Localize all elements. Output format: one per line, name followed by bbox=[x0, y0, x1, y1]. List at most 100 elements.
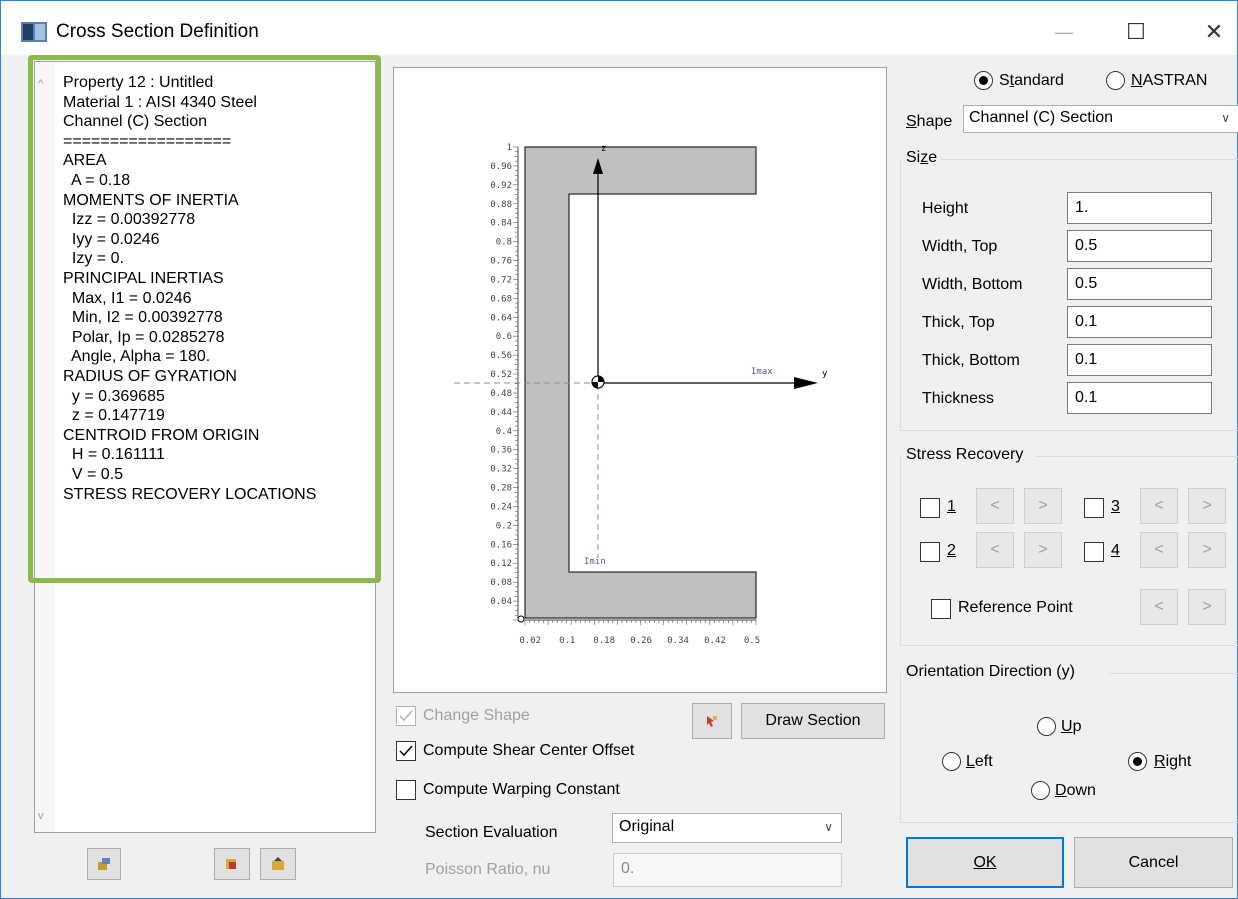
imax-label: Imax bbox=[751, 367, 773, 377]
shape-value: Channel (C) Section bbox=[969, 109, 1114, 126]
scroll-down-icon[interactable]: v bbox=[38, 810, 44, 822]
x-tick-label: 0.1 bbox=[559, 636, 575, 646]
save-button[interactable] bbox=[260, 848, 296, 880]
plot-canvas: z y Imax Imin 1 0.96 0.92 0.88 0.84 0.8 0.76 0.… bbox=[454, 143, 828, 646]
y-tick-label: 0.2 bbox=[496, 521, 512, 531]
y-tick-label: 0.12 bbox=[490, 559, 512, 569]
y-tick-label: 0.72 bbox=[490, 275, 512, 285]
y-tick-label: 0.32 bbox=[490, 465, 512, 475]
x-tick-label: 0.02 bbox=[519, 636, 541, 646]
sr2-next-button[interactable]: > bbox=[1024, 532, 1062, 568]
y-tick-label: 0.04 bbox=[490, 597, 512, 607]
x-tick-labels: 0.02 0.1 0.18 0.26 0.34 0.42 0.5 bbox=[519, 636, 760, 646]
down-label: Down bbox=[1055, 782, 1096, 799]
sr2-prev-button[interactable]: < bbox=[976, 532, 1014, 568]
sr1-label: 1 bbox=[947, 498, 956, 515]
poisson-input[interactable]: 0. bbox=[613, 853, 842, 887]
y-tick-labels: 1 0.96 0.92 0.88 0.84 0.8 0.76 0.72 0.68 0.64 0.6 0… bbox=[490, 143, 512, 607]
down-radio[interactable] bbox=[1031, 781, 1050, 800]
sr1-checkbox[interactable] bbox=[920, 498, 940, 518]
sr3-next-button[interactable]: > bbox=[1188, 488, 1226, 524]
sr3-label: 3 bbox=[1111, 498, 1120, 515]
compute-warping-label: Compute Warping Constant bbox=[423, 781, 620, 798]
y-tick-label: 1 bbox=[507, 143, 512, 153]
reference-point-checkbox[interactable] bbox=[931, 599, 951, 619]
ok-button[interactable]: OK bbox=[906, 837, 1064, 888]
y-tick-label: 0.96 bbox=[490, 162, 512, 172]
pick-button[interactable] bbox=[692, 703, 732, 739]
poisson-label: Poisson Ratio, nu bbox=[425, 861, 551, 878]
title-bar: Cross Section Definition — ☐ ✕ bbox=[1, 1, 1237, 55]
change-shape-checkbox[interactable] bbox=[396, 706, 416, 726]
y-tick-label: 0.64 bbox=[490, 313, 512, 323]
sr3-prev-button[interactable]: < bbox=[1140, 488, 1178, 524]
cancel-button[interactable]: Cancel bbox=[1074, 837, 1233, 888]
sr1-prev-button[interactable]: < bbox=[976, 488, 1014, 524]
section-eval-select[interactable]: Original ∨ bbox=[612, 813, 842, 843]
sr4-prev-button[interactable]: < bbox=[1140, 532, 1178, 568]
size-label: Thick, Bottom bbox=[922, 352, 1020, 369]
size-input[interactable]: 0.5 bbox=[1067, 230, 1212, 262]
copy-button[interactable] bbox=[214, 848, 250, 880]
app-icon bbox=[21, 22, 47, 42]
ref-prev-button[interactable]: < bbox=[1140, 589, 1178, 625]
size-label: Height bbox=[922, 200, 969, 217]
ref-next-button[interactable]: > bbox=[1188, 589, 1226, 625]
y-tick-label: 0.44 bbox=[490, 408, 512, 418]
section-eval-label: Section Evaluation bbox=[425, 824, 558, 841]
sr2-label: 2 bbox=[947, 542, 956, 559]
size-input[interactable]: 0.1 bbox=[1067, 382, 1212, 414]
chevron-down-icon: ∨ bbox=[824, 820, 833, 834]
y-tick-label: 0.84 bbox=[490, 219, 512, 229]
y-tick-label: 0.92 bbox=[490, 181, 512, 191]
left-label: Left bbox=[966, 753, 993, 770]
x-tick-label: 0.34 bbox=[667, 636, 689, 646]
size-input[interactable]: 0.1 bbox=[1067, 306, 1212, 338]
sr1-next-button[interactable]: > bbox=[1024, 488, 1062, 524]
export-button[interactable] bbox=[87, 848, 121, 880]
x-tick-label: 0.26 bbox=[630, 636, 652, 646]
size-input[interactable]: 1. bbox=[1067, 192, 1212, 224]
y-tick-label: 0.68 bbox=[490, 294, 512, 304]
shape-select[interactable]: Channel (C) Section ∨ bbox=[963, 105, 1238, 133]
size-input[interactable]: 0.1 bbox=[1067, 344, 1212, 376]
window-title: Cross Section Definition bbox=[56, 21, 259, 42]
sr4-checkbox[interactable] bbox=[1084, 542, 1104, 562]
y-tick-label: 0.24 bbox=[490, 503, 512, 513]
sr4-label: 4 bbox=[1111, 542, 1120, 559]
maximize-button[interactable]: ☐ bbox=[1113, 9, 1159, 55]
compute-shear-label: Compute Shear Center Offset bbox=[423, 742, 635, 759]
right-radio[interactable] bbox=[1128, 752, 1147, 771]
left-radio[interactable] bbox=[942, 752, 961, 771]
x-tick-label: 0.42 bbox=[704, 636, 726, 646]
compute-shear-checkbox[interactable] bbox=[396, 741, 416, 761]
copy-icon bbox=[226, 859, 236, 869]
sr2-checkbox[interactable] bbox=[920, 542, 940, 562]
size-label: Thickness bbox=[922, 390, 995, 407]
up-radio[interactable] bbox=[1037, 717, 1056, 736]
section-plot: z y Imax Imin 1 0.96 0.92 0.88 0.84 0.8 0.76 0.… bbox=[393, 67, 887, 693]
up-label: Up bbox=[1061, 718, 1082, 735]
nastran-radio[interactable] bbox=[1106, 71, 1125, 90]
close-button[interactable]: ✕ bbox=[1191, 9, 1237, 55]
compute-warping-checkbox[interactable] bbox=[396, 780, 416, 800]
reference-point-label: Reference Point bbox=[958, 599, 1073, 616]
minimize-button[interactable]: — bbox=[1041, 9, 1087, 55]
check-icon bbox=[399, 710, 413, 722]
y-tick-label: 0.28 bbox=[490, 484, 512, 494]
axis-y-label: y bbox=[822, 369, 828, 379]
imin-label: Imin bbox=[584, 557, 606, 567]
size-input[interactable]: 0.5 bbox=[1067, 268, 1212, 300]
y-tick-label: 0.88 bbox=[490, 200, 512, 210]
nastran-label: NASTRAN bbox=[1131, 72, 1208, 89]
draw-section-button[interactable]: Draw Section bbox=[741, 703, 885, 739]
standard-radio[interactable] bbox=[974, 71, 993, 90]
size-label: Width, Bottom bbox=[922, 276, 1023, 293]
origin-icon bbox=[517, 615, 525, 623]
sr3-checkbox[interactable] bbox=[1084, 498, 1104, 518]
sr4-next-button[interactable]: > bbox=[1188, 532, 1226, 568]
standard-label: Standard bbox=[999, 72, 1064, 89]
cancel-label: Cancel bbox=[1128, 853, 1179, 871]
y-tick-label: 0.36 bbox=[490, 446, 512, 456]
pick-icon bbox=[707, 716, 717, 727]
